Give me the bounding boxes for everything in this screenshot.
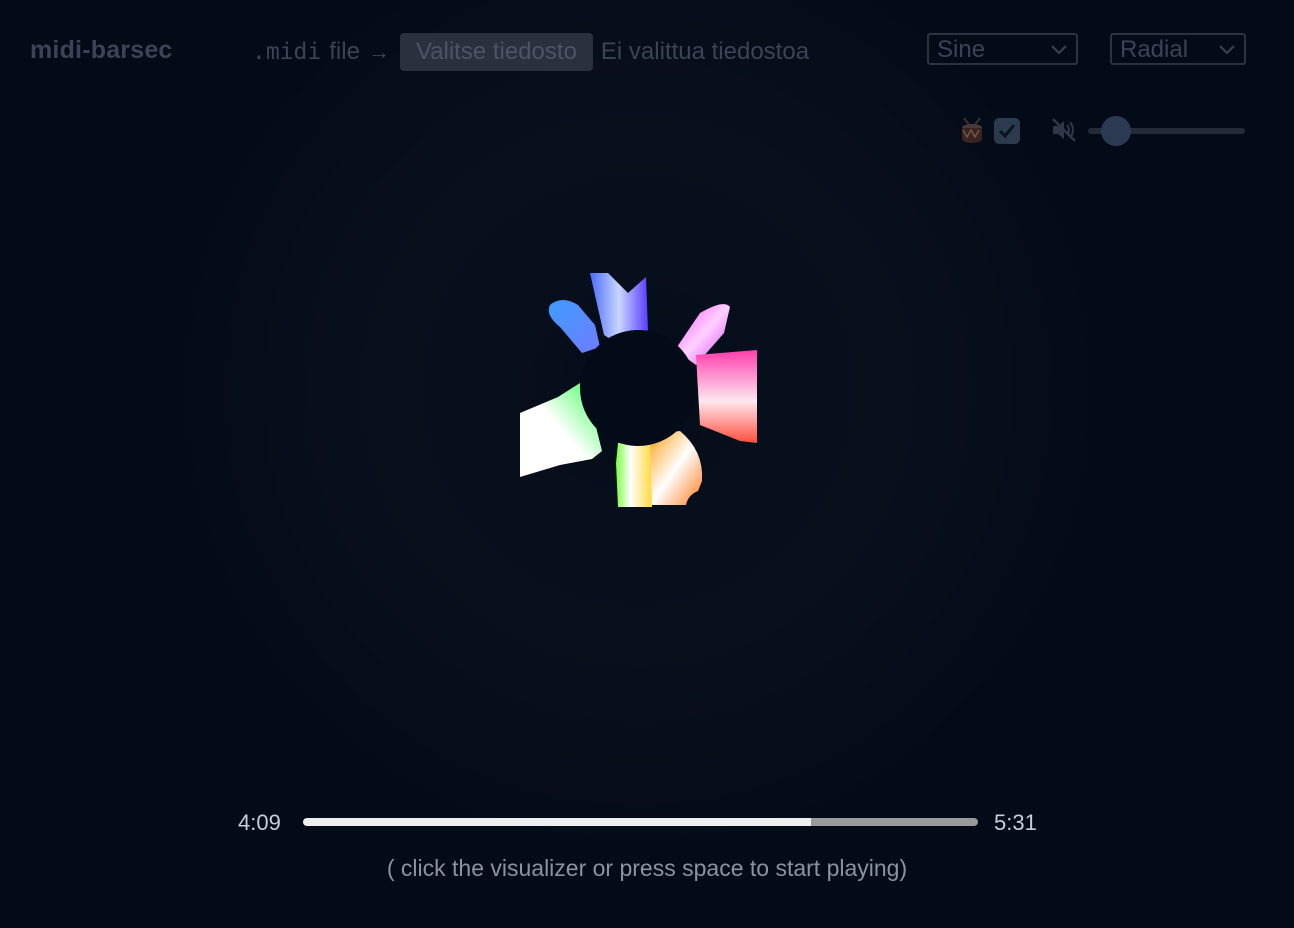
file-extension-label: .midi [252, 39, 322, 65]
visualizer-center-hole [580, 330, 696, 446]
volume-slider-thumb[interactable] [1100, 116, 1131, 146]
file-label: file [329, 38, 360, 65]
current-time: 4:09 [238, 810, 281, 835]
playback-progress-bar[interactable] [303, 818, 978, 826]
chevron-down-icon [1219, 45, 1235, 55]
chevron-down-icon [1051, 45, 1067, 55]
play-hint: ( click the visualizer or press space to… [386, 855, 908, 881]
visualizer-petal-red [696, 350, 757, 443]
drums-checkbox[interactable] [994, 118, 1020, 144]
speaker-muted-icon[interactable] [1050, 116, 1078, 144]
drum-icon [962, 117, 982, 143]
waveform-select[interactable]: Sine [927, 33, 1078, 65]
visualizer-mode-select-value: Radial [1120, 36, 1189, 63]
visualizer-petal-yellow [616, 437, 652, 507]
visualizer-petal-sky [548, 300, 600, 353]
waveform-select-value: Sine [937, 36, 986, 63]
choose-file-button[interactable]: Valitse tiedosto [399, 33, 593, 71]
file-status-text: Ei valittua tiedostoa [600, 38, 810, 65]
app-title: midi-barsec [30, 36, 173, 64]
visualizer-mode-select[interactable]: Radial [1110, 33, 1246, 65]
arrow-right-icon: → [367, 39, 390, 64]
radial-visualizer[interactable] [500, 255, 780, 525]
playback-progress-fill [303, 818, 811, 826]
checkmark-icon [998, 124, 1016, 139]
total-time: 5:31 [994, 810, 1037, 835]
file-picker-row: .midi file → Valitse tiedosto Ei valittu… [252, 33, 809, 71]
